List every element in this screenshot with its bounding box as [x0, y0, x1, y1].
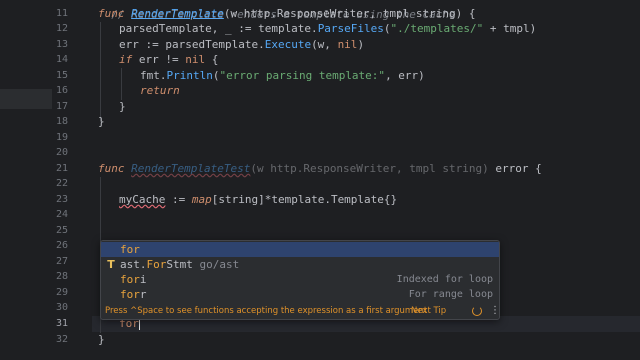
code-line-18[interactable]: } — [98, 114, 105, 129]
line-number[interactable]: 11 — [52, 8, 68, 19]
line-number[interactable]: 30 — [52, 302, 68, 313]
line-number[interactable]: 19 — [52, 132, 68, 143]
indent-guide — [121, 68, 122, 100]
type-icon: T — [107, 258, 115, 271]
line-number[interactable]: 32 — [52, 334, 68, 345]
gutter-hover-highlight — [0, 89, 52, 109]
item-description: Indexed for loop — [396, 274, 493, 285]
item-suffix: Stmt — [166, 258, 193, 271]
item-match: for — [120, 288, 140, 301]
item-suffix: i — [139, 273, 147, 286]
code-text: ( — [383, 22, 391, 35]
loading-spinner-icon — [472, 306, 482, 316]
item-match: For — [146, 258, 167, 271]
item-suffix: r — [139, 288, 147, 301]
code-line-13[interactable]: err := parsedTemplate.Execute(w, nil) — [119, 37, 364, 52]
keyword-nil: nil — [185, 53, 206, 66]
line-number[interactable]: 29 — [52, 287, 68, 298]
completion-item[interactable]: fori Indexed for loop — [101, 272, 499, 287]
item-match: for — [120, 273, 140, 286]
tip-text: Press ^Space to see functions accepting … — [105, 306, 428, 316]
editor-gutter — [0, 0, 92, 360]
function-name: RenderTemplate — [131, 7, 224, 20]
keyword-nil: nil — [337, 38, 358, 51]
code-text: + tmpl) — [483, 22, 537, 35]
code-line-17[interactable]: } — [119, 99, 126, 114]
code-line-15[interactable]: fmt.Println("error parsing template:", e… — [140, 68, 425, 83]
closing-brace: } — [98, 115, 105, 128]
code-text: parsedTemplate, _ := template. — [119, 22, 318, 35]
item-detail: go/ast — [192, 258, 240, 271]
line-number[interactable]: 24 — [52, 209, 68, 220]
more-options-icon[interactable]: ⋮ — [490, 303, 499, 319]
line-number[interactable]: 26 — [52, 240, 68, 251]
code-line-11[interactable]: func RenderTemplate(w http.ResponseWrite… — [98, 6, 476, 21]
completion-footer: Press ^Space to see functions accepting … — [101, 303, 499, 319]
line-number[interactable]: 18 — [52, 116, 68, 127]
item-match: for — [120, 243, 140, 256]
line-number[interactable]: 14 — [52, 54, 68, 65]
line-number[interactable]: 16 — [52, 85, 68, 96]
signature-return: error { — [488, 162, 542, 175]
line-number[interactable]: 20 — [52, 147, 68, 158]
line-number[interactable]: 22 — [52, 178, 68, 189]
keyword-return: return — [140, 84, 180, 97]
code-line-23[interactable]: myCache := map[string]*template.Template… — [119, 192, 397, 207]
code-line-16[interactable]: return — [140, 83, 180, 98]
closing-brace: } — [119, 100, 126, 113]
line-number[interactable]: 25 — [52, 225, 68, 236]
method-call: ParseFiles — [317, 22, 384, 35]
signature-params: (w http.ResponseWriter, tmpl string) — [250, 162, 489, 175]
code-text: err := parsedTemplate. — [119, 38, 265, 51]
line-number[interactable]: 27 — [52, 256, 68, 267]
line-number[interactable]: 31 — [52, 318, 68, 329]
line-number[interactable]: 23 — [52, 194, 68, 205]
line-number[interactable]: 17 — [52, 101, 68, 112]
code-text: [string]*template.Template{} — [211, 193, 398, 206]
code-text: (w, — [311, 38, 338, 51]
code-line-21[interactable]: func RenderTemplateTest(w http.ResponseW… — [98, 161, 542, 176]
code-text: := — [165, 193, 192, 206]
code-line-32[interactable]: } — [98, 332, 105, 347]
keyword-func: func — [98, 7, 132, 20]
variable-unused: myCache — [119, 193, 166, 206]
item-prefix: ast. — [120, 258, 147, 271]
string-literal: "error parsing template:" — [219, 69, 386, 82]
function-name-unused: RenderTemplateTest — [131, 162, 251, 175]
completion-item[interactable]: forr For range loop — [101, 287, 499, 302]
completion-item[interactable]: for — [101, 242, 499, 257]
code-line-12[interactable]: parsedTemplate, _ := template.ParseFiles… — [119, 21, 536, 36]
method-call: Execute — [264, 38, 312, 51]
line-number[interactable]: 12 — [52, 23, 68, 34]
code-text: ) — [357, 38, 365, 51]
next-tip-link[interactable]: Next Tip — [411, 303, 446, 319]
indent-guide — [100, 22, 101, 122]
keyword-map: map — [191, 193, 212, 206]
code-text: { — [205, 53, 219, 66]
code-line-14[interactable]: if err != nil { — [119, 52, 218, 67]
code-text: err != — [132, 53, 186, 66]
line-number[interactable]: 21 — [52, 163, 68, 174]
signature: (w http.ResponseWriter, tmpl string) { — [223, 7, 476, 20]
keyword-func: func — [98, 162, 132, 175]
code-text: , err) — [385, 69, 425, 82]
closing-brace: } — [98, 333, 105, 346]
keyword-if: if — [119, 53, 133, 66]
line-number[interactable]: 28 — [52, 271, 68, 282]
completion-item[interactable]: T ast.ForStmt go/ast — [101, 257, 499, 272]
item-description: For range loop — [408, 289, 493, 300]
line-number[interactable]: 15 — [52, 70, 68, 81]
method-call: Println — [166, 69, 213, 82]
line-number[interactable]: 13 — [52, 39, 68, 50]
code-text: fmt. — [140, 69, 167, 82]
string-literal: "./templates/" — [390, 22, 484, 35]
completion-popup[interactable]: for T ast.ForStmt go/ast fori Indexed fo… — [100, 240, 500, 320]
